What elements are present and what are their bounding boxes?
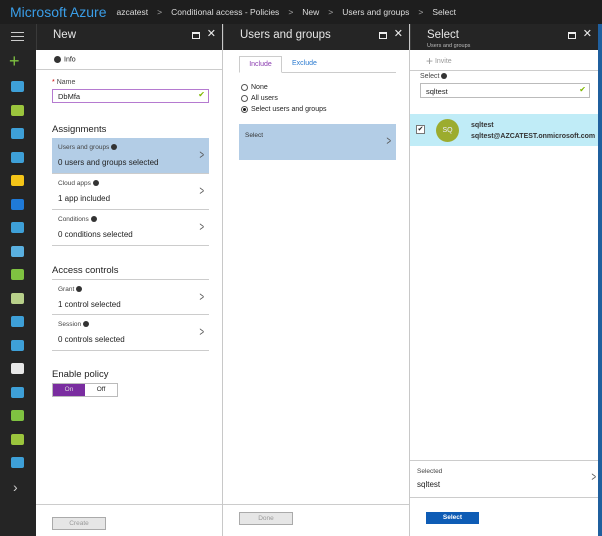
enable-policy-toggle[interactable]: On Off [52, 383, 118, 397]
users-groups-panel: Users and groups ✕ Include Exclude None A… [223, 24, 410, 536]
panel-title: New [53, 29, 77, 41]
name-label: Name [56, 79, 76, 86]
chevron-right-icon: > [199, 289, 205, 304]
breadcrumb-select[interactable]: Select [432, 7, 456, 17]
result-name: sqltest [471, 122, 494, 129]
close-icon[interactable]: ✕ [583, 27, 592, 40]
maximize-icon[interactable] [379, 32, 387, 39]
info-tab[interactable]: Info [36, 50, 222, 70]
invite-button[interactable]: + Invite [426, 54, 452, 68]
new-panel: New ✕ Info * Name DbMfa ✔ Assignments User… [36, 24, 223, 536]
breadcrumb-new[interactable]: New [302, 7, 319, 17]
select-label: Select [420, 73, 440, 80]
toggle-off[interactable]: Off [85, 384, 117, 396]
access-controls-heading: Access controls [52, 265, 119, 276]
resource-groups-icon[interactable] [11, 128, 24, 139]
top-bar: Microsoft Azure azcatest > Conditional ac… [0, 0, 602, 24]
app-services-icon[interactable] [11, 151, 24, 163]
info-label: Info [64, 56, 76, 64]
chevron-right-icon: > [199, 147, 205, 162]
dashboard-icon[interactable] [11, 81, 24, 92]
checkbox[interactable]: ✔ [416, 125, 425, 134]
valid-check-icon: ✔ [579, 85, 586, 94]
virtual-networks-icon[interactable] [11, 316, 24, 327]
grant-item[interactable]: Grant 1 control selected > [52, 279, 209, 315]
help-support-icon[interactable] [11, 457, 24, 468]
toggle-on[interactable]: On [53, 384, 85, 396]
azure-ad-icon[interactable] [11, 339, 24, 351]
panel-title: Users and groups [240, 29, 331, 41]
maximize-icon[interactable] [568, 32, 576, 39]
chevron-right-icon: > [591, 469, 597, 484]
tab-exclude[interactable]: Exclude [292, 60, 317, 67]
users-groups-item[interactable]: Users and groups 0 users and groups selec… [52, 138, 209, 174]
result-row[interactable]: ✔ SQ sqltest sqltest@AZCATEST.onmicrosof… [410, 114, 598, 146]
cloud-apps-item[interactable]: Cloud apps 1 app included > [52, 174, 209, 210]
name-input[interactable]: DbMfa ✔ [52, 89, 209, 103]
avatar: SQ [436, 119, 459, 142]
valid-check-icon: ✔ [198, 90, 205, 99]
select-panel: Select Users and groups ✕ + Invite Select … [410, 24, 602, 536]
chevron-right-icon: > [199, 219, 205, 234]
close-icon[interactable]: ✕ [394, 27, 403, 40]
sql-databases-icon[interactable] [11, 198, 24, 210]
assignments-heading: Assignments [52, 124, 107, 135]
radio-select-users-groups[interactable]: Select users and groups [241, 106, 327, 113]
name-value: DbMfa [58, 92, 81, 101]
info-icon [441, 73, 448, 80]
expand-chevron-icon[interactable]: › [13, 479, 18, 495]
select-users-item[interactable]: Select > [239, 124, 396, 160]
info-icon [90, 216, 97, 223]
advisor-icon[interactable] [11, 386, 24, 398]
info-icon [54, 56, 61, 63]
info-icon [111, 144, 118, 151]
radio-all-users[interactable]: All users [241, 95, 278, 102]
panel-subtitle: Users and groups [427, 43, 471, 49]
maximize-icon[interactable] [192, 32, 200, 39]
select-button[interactable]: Select [426, 512, 479, 524]
session-item[interactable]: Session 0 controls selected > [52, 315, 209, 351]
conditions-item[interactable]: Conditions 0 conditions selected > [52, 210, 209, 246]
enable-policy-heading: Enable policy [52, 369, 109, 380]
breadcrumb-policies[interactable]: Conditional access - Policies [171, 7, 279, 17]
cost-management-icon[interactable] [11, 433, 24, 445]
close-icon[interactable]: ✕ [207, 27, 216, 40]
brand-logo[interactable]: Microsoft Azure [10, 4, 106, 20]
hamburger-menu-icon[interactable] [11, 32, 24, 41]
radio-none[interactable]: None [241, 84, 268, 91]
virtual-machines-icon[interactable] [11, 245, 24, 257]
create-resource-icon[interactable]: + [9, 52, 20, 70]
chevron-right-icon: > [199, 183, 205, 198]
info-icon [83, 321, 90, 328]
search-input[interactable]: sqltest ✔ [420, 83, 590, 98]
security-center-icon[interactable] [11, 410, 24, 421]
cosmos-db-icon[interactable] [11, 222, 24, 233]
panel-title: Select [427, 29, 459, 41]
info-icon [76, 286, 83, 293]
breadcrumb-users-groups[interactable]: Users and groups [342, 7, 409, 17]
selected-item[interactable]: Selected sqltest > [410, 460, 598, 498]
monitor-icon[interactable] [11, 363, 24, 374]
tab-include[interactable]: Include [239, 56, 282, 73]
sidebar: + › [0, 24, 36, 536]
result-email: sqltest@AZCATEST.onmicrosoft.com [471, 133, 596, 140]
all-resources-icon[interactable] [11, 104, 24, 116]
create-button[interactable]: Create [52, 517, 106, 530]
storage-accounts-icon[interactable] [11, 292, 24, 304]
load-balancers-icon[interactable] [11, 269, 24, 280]
plus-icon: + [426, 54, 434, 68]
done-button[interactable]: Done [239, 512, 293, 525]
chevron-right-icon: > [386, 133, 392, 148]
chevron-right-icon: > [199, 324, 205, 339]
function-apps-icon[interactable] [11, 175, 24, 186]
info-icon [92, 180, 99, 187]
breadcrumb-azcatest[interactable]: azcatest [116, 7, 148, 17]
